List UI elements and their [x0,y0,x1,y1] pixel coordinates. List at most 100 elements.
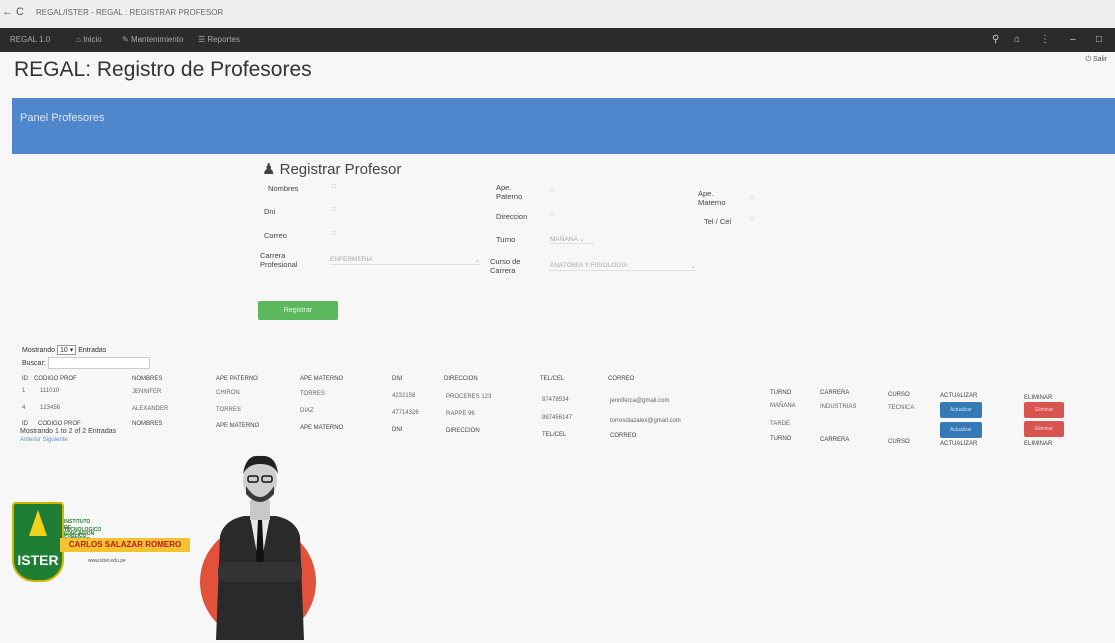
logout-label: Salir [1092,56,1107,63]
col-id[interactable]: ID [22,376,28,382]
nav-maintenance[interactable]: ✎ Mantenimiento [122,35,183,44]
app-navbar: REGAL 1.0 ⌂ Inicio ✎ Mantenimiento ☰ Rep… [0,28,1115,52]
length-suffix: Entradas [78,347,107,354]
col-nombres[interactable]: NOMBRES [132,376,162,382]
panel-header: Panel Profesores [12,98,1115,154]
foot-ape-materno: APE MATERNO [300,425,344,431]
neck [250,500,270,520]
col-ape-paterno[interactable]: APE PATERNO [216,376,258,382]
length-prefix: Mostrando [22,347,56,354]
nav-home[interactable]: ⌂ Inicio [76,35,102,44]
nav-reports[interactable]: ☰ Reportes [198,35,240,44]
cell-dni: 4232158 [392,393,416,399]
col-correo[interactable]: CORREO [608,376,634,382]
register-button[interactable]: Registrar [258,301,338,320]
nav-home-label: Inicio [83,35,102,44]
cell-curso: TECNICA [888,405,915,411]
logo-acronym: ISTER [17,552,59,568]
col-direccion[interactable]: DIRECCION [444,376,478,382]
foot-id: ID [22,421,28,427]
select-carrera[interactable]: ENFERMERIA ⌄ [330,256,480,265]
select-turno[interactable]: MAÑANA ⌄ [550,235,594,244]
foot-tel-cel: TEL/CEL [542,432,567,438]
home-icon[interactable]: ⌂ [1014,34,1020,45]
nav-maintenance-label: Mantenimiento [130,35,184,44]
datatable-search: Buscar: [22,357,150,369]
col-curso[interactable]: CURSO [888,392,910,398]
teacher-illustration [200,455,316,640]
input-ape-materno[interactable]: □ [750,194,870,201]
cell-tel-cel: 87478534 [542,397,569,403]
length-select[interactable]: 10 ▾ [57,345,77,355]
label-direccion: Direccion [496,212,528,221]
input-ape-paterno[interactable]: □ [550,187,680,194]
minimize-icon[interactable]: – [1070,34,1076,45]
browser-tab-title[interactable]: REGAL/ISTER - REGAL : REGISTRAR PROFESOR [36,8,223,17]
cell-tel-cel: 987456147 [542,415,573,421]
cell-ape-materno: DIAZ [300,408,314,414]
select-curso-value: ANATOMIA Y FISIOLOGIA [550,262,628,269]
col-eliminar[interactable]: ELIMINAR [1024,395,1052,401]
col-ape-materno[interactable]: APE MATERNO [300,376,343,382]
col-dni[interactable]: DNI [392,376,402,382]
select-curso[interactable]: ANATOMIA Y FISIOLOGIA ⌄ [550,262,696,271]
label-turno: Turno [496,235,516,244]
label-ape-paterno: Ape. Paterno [496,183,523,201]
institution-website: www.ister.edu.pe [88,558,126,564]
form-title-text: Registrar Profesor [279,161,402,178]
user-icon: ♟ [262,161,276,178]
institution-name-banner: CARLOS SALAZAR ROMERO [60,538,190,552]
delete-button[interactable]: Eliminar [1024,402,1064,418]
cell-turno: MAÑANA [770,403,796,409]
update-button[interactable]: Actualizar [940,422,982,438]
datatable-length: Mostrando 10 ▾ Entradas [22,345,106,355]
label-ape-materno: Ape. Materno [698,189,726,207]
foot-codigo: CODIGO PROF [38,421,81,427]
input-direccion[interactable]: □ [550,211,680,218]
foot-turno: TURNO [770,436,792,442]
label-dni: Dni [264,207,276,216]
input-correo[interactable]: □ [332,230,472,237]
foot-carrera: CARRERA [820,437,850,443]
search-icon[interactable]: ⚲ [992,34,999,45]
foot-actualizar: ACTUALIZAR [940,441,978,447]
label-tel-cel: Tel / Cel [704,217,732,226]
cell-correo: torresdiazalex@gmail.com [610,418,681,424]
input-nombres[interactable]: □ [332,183,472,190]
chevron-down-icon: ⌄ [579,236,585,243]
col-carrera[interactable]: CARRERA [820,390,849,396]
chevron-down-icon: ⌄ [690,263,696,270]
menu-icon[interactable]: ⋮ [1040,34,1050,45]
form-title: ♟ Registrar Profesor [262,160,401,178]
foot-eliminar: ELIMINAR [1024,441,1053,447]
panel-title: Panel Profesores [20,112,105,124]
foot-nombres: NOMBRES [132,421,163,427]
length-value: 10 [60,347,68,354]
col-turno[interactable]: TURNO [770,390,791,396]
cell-turno: TARDE [770,421,790,427]
col-tel-cel[interactable]: TEL/CEL [540,376,564,382]
col-codigo[interactable]: CODIGO PROF [34,376,77,382]
restore-icon[interactable]: □ [1096,34,1102,45]
cell-ape-paterno: TORRES [216,407,241,413]
nav-reports-label: Reportes [207,35,240,44]
col-actualizar[interactable]: ACTUALIZAR [940,393,977,399]
crossed-arms [218,562,302,582]
input-tel-cel[interactable]: □ [750,216,870,223]
cell-ape-paterno: CHIRON [216,390,240,396]
cell-id: 4 [22,405,26,411]
foot-ape-paterno: APE MATERNO [216,423,260,429]
logout-link[interactable]: ⏻ Salir [1086,56,1108,64]
delete-button[interactable]: Eliminar [1024,421,1064,437]
browser-nav-icons[interactable]: ← C [2,6,24,18]
input-dni[interactable]: □ [332,206,472,213]
search-label: Buscar: [22,359,46,367]
label-curso: Curso de Carrera [490,257,521,275]
cell-nombres: JENNIFER [132,389,162,395]
cell-carrera: INDUSTRIAS [820,404,857,410]
datatable-pagination[interactable]: Anterior Siguiente [20,437,68,443]
search-input[interactable] [47,357,150,369]
brand-link[interactable]: REGAL 1.0 [10,35,50,44]
update-button[interactable]: Actualizar [940,402,982,418]
cell-codigo: 123456 [40,405,61,411]
